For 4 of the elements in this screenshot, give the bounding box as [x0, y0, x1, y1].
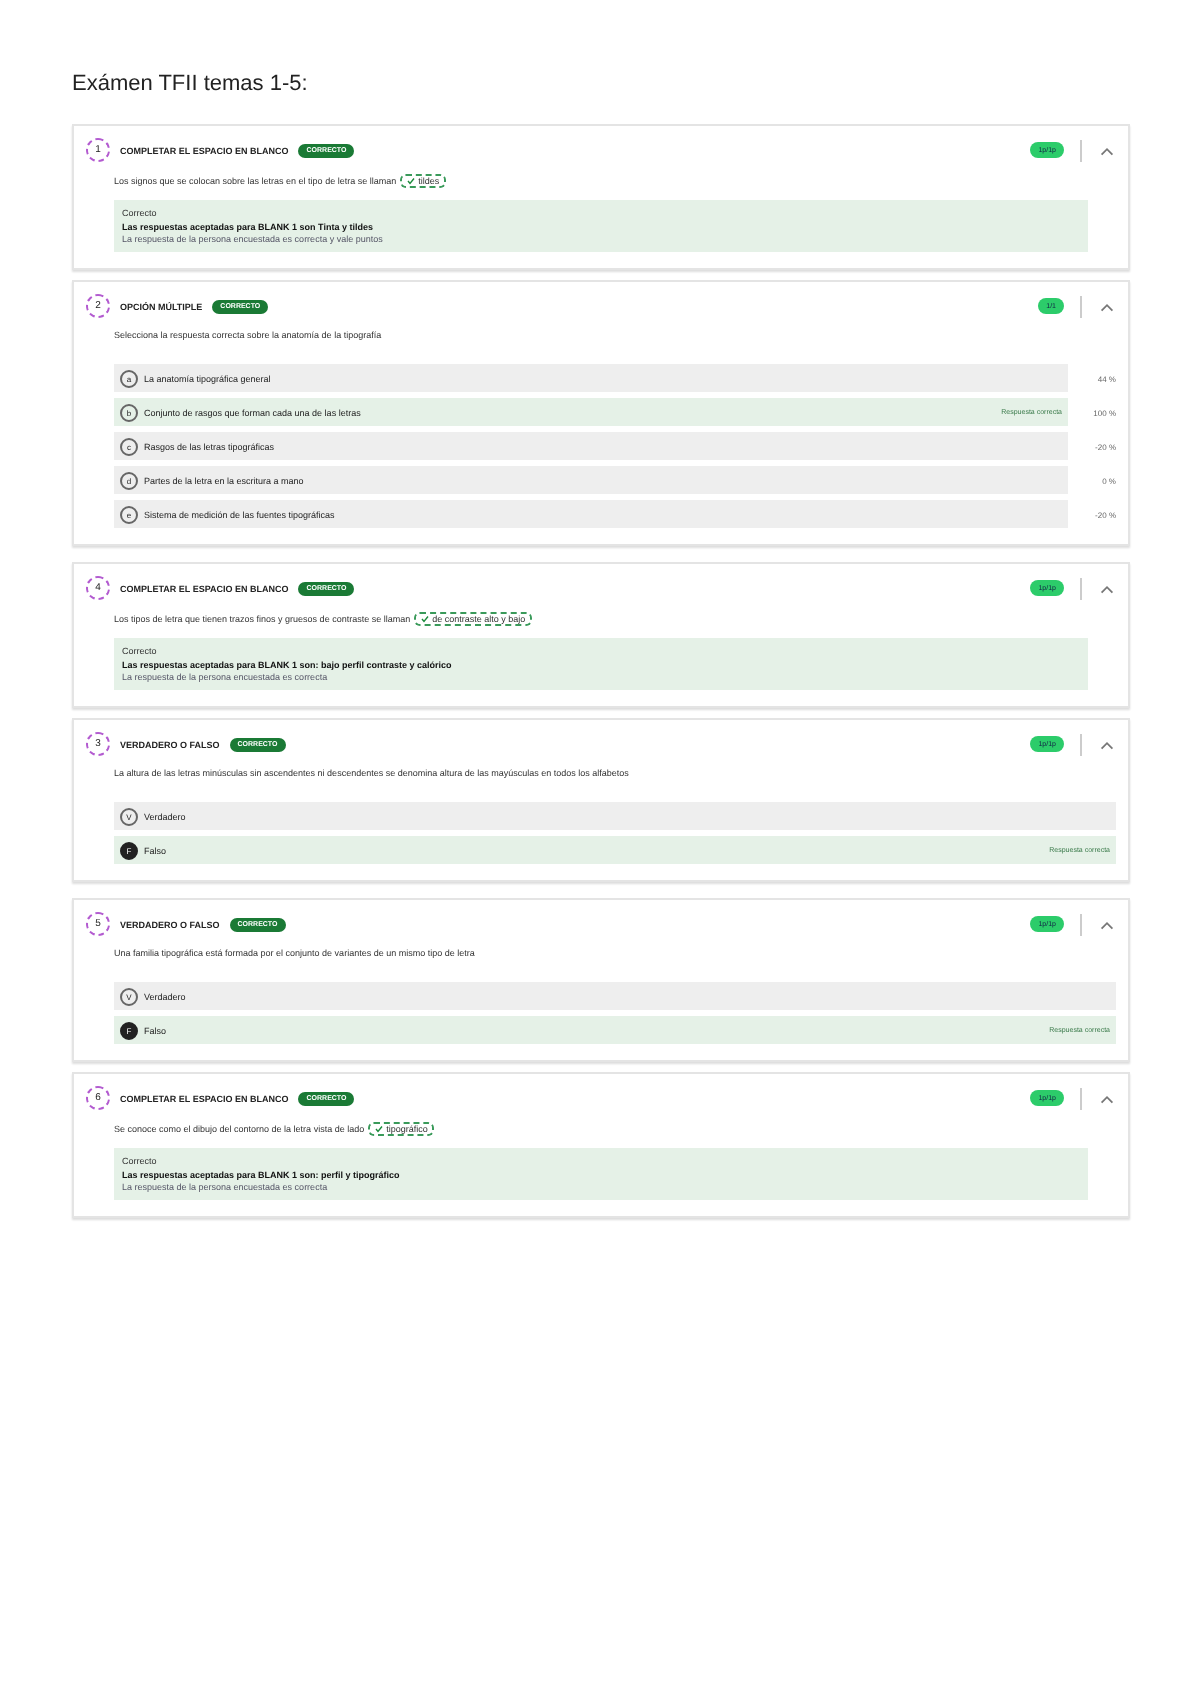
check-icon — [420, 614, 431, 624]
page-title: Exámen TFII temas 1-5: — [72, 72, 310, 96]
check-icon — [406, 176, 417, 186]
check-icon — [374, 1124, 385, 1134]
